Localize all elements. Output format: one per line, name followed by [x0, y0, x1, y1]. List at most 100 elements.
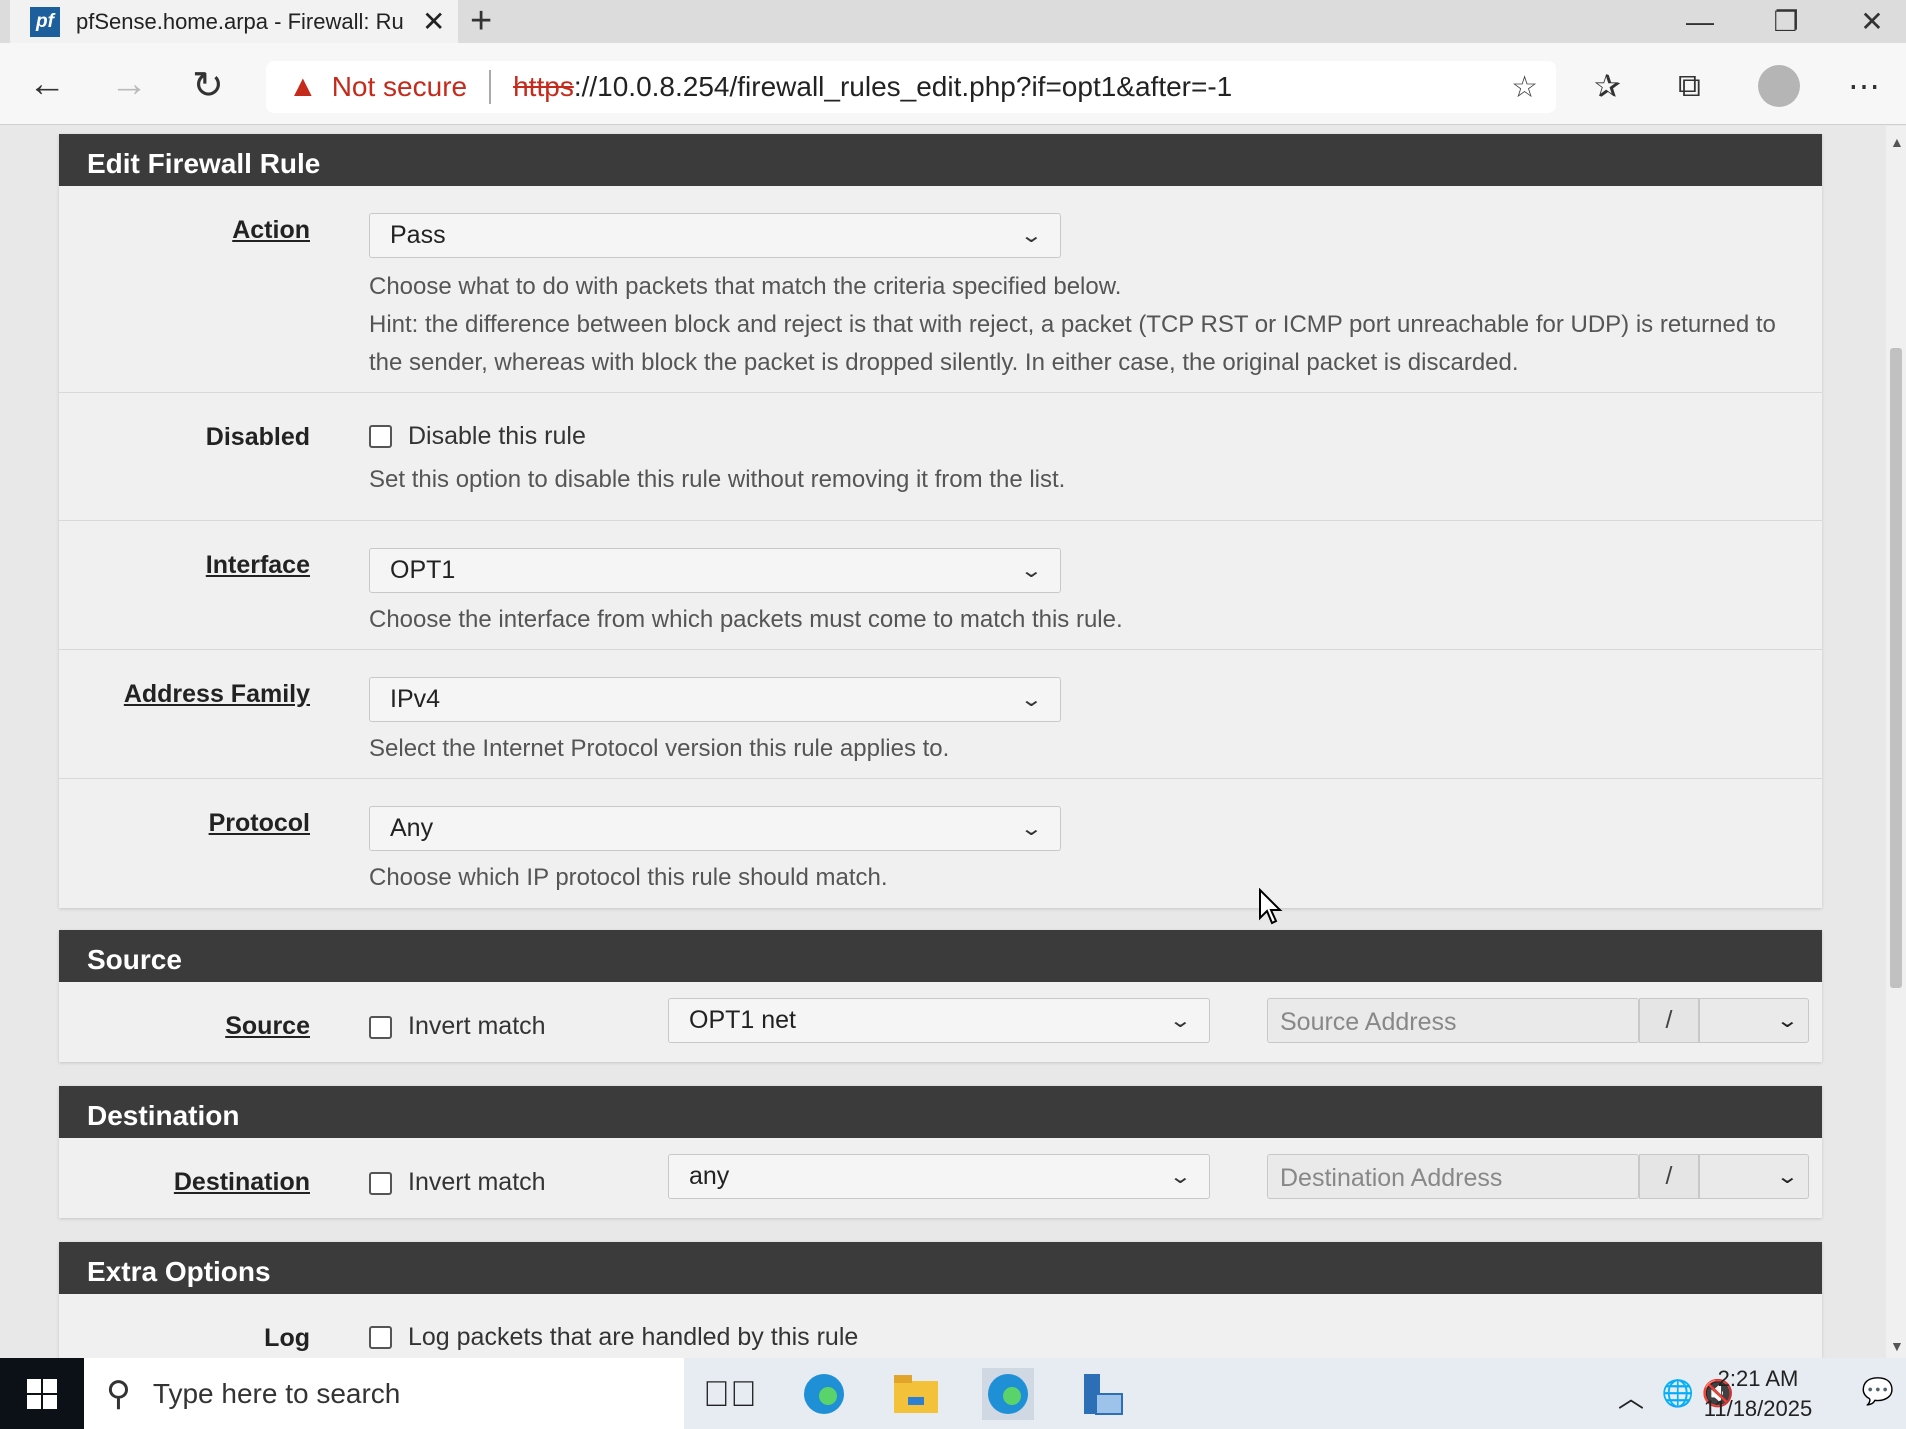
address-family-label[interactable]: Address Family [124, 680, 310, 709]
browser-tab[interactable]: pf pfSense.home.arpa - Firewall: Ru ✕ [10, 0, 458, 43]
destination-type-select[interactable]: any ⌄ [668, 1154, 1210, 1199]
edit-rule-panel: Edit Firewall Rule Action Pass ⌄ Choose … [59, 134, 1822, 908]
action-hint: Hint: the difference between block and r… [369, 311, 1776, 376]
url-text: ://10.0.8.254/firewall_rules_edit.php?if… [573, 71, 1233, 102]
edge-browser-icon[interactable] [798, 1368, 850, 1420]
windows-logo-icon [27, 1378, 57, 1409]
scroll-thumb[interactable] [1890, 348, 1902, 988]
destination-heading: Destination [59, 1086, 1822, 1138]
network-globe-icon[interactable]: 🌐 [1662, 1378, 1694, 1409]
interface-row: Interface OPT1 ⌄ Choose the interface fr… [59, 520, 1822, 649]
forward-arrow-icon[interactable]: → [110, 63, 148, 106]
chevron-down-icon: ⌄ [1019, 689, 1044, 711]
minimize-button[interactable]: — [1670, 0, 1730, 43]
destination-type-value: any [689, 1162, 730, 1190]
source-label[interactable]: Source [225, 1012, 310, 1041]
log-checkbox[interactable] [369, 1326, 392, 1349]
source-invert-checkbox[interactable] [369, 1016, 392, 1039]
disabled-help: Set this option to disable this rule wit… [369, 466, 1066, 493]
disable-rule-checkbox[interactable] [369, 425, 392, 448]
protocol-label[interactable]: Protocol [209, 809, 310, 838]
more-menu-icon[interactable]: ⋯ [1848, 67, 1880, 105]
protocol-select[interactable]: Any ⌄ [369, 806, 1061, 851]
edge-browser-active-icon[interactable] [982, 1368, 1034, 1420]
back-arrow-icon[interactable]: ← [28, 63, 66, 106]
page-scrollbar[interactable]: ▲ ▼ [1886, 126, 1906, 1358]
chevron-up-icon[interactable]: ︿ [1618, 1378, 1644, 1415]
taskbar-clock[interactable]: 2:21 AM 11/18/2025 [1698, 1364, 1818, 1424]
task-view-icon[interactable]: ▯⃞ [703, 1368, 757, 1420]
address-divider [489, 70, 492, 104]
scroll-down-icon[interactable]: ▼ [1890, 1338, 1904, 1354]
address-bar[interactable]: ▲ Not secure https://10.0.8.254/firewall… [266, 61, 1556, 113]
notification-icon[interactable]: 💬 [1862, 1376, 1894, 1407]
source-type-select[interactable]: OPT1 net ⌄ [668, 998, 1210, 1043]
collections-icon[interactable]: ⧉ [1678, 67, 1701, 105]
favorites-icon[interactable]: ✰ [1594, 67, 1621, 105]
chevron-down-icon: ⌄ [1019, 225, 1044, 247]
action-select[interactable]: Pass ⌄ [369, 213, 1061, 258]
source-invert-label[interactable]: Invert match [408, 1012, 546, 1041]
interface-label[interactable]: Interface [206, 551, 310, 580]
chevron-down-icon: ⌄ [1168, 1010, 1193, 1032]
browser-tab-bar: pf pfSense.home.arpa - Firewall: Ru ✕ + … [0, 0, 1906, 43]
favorite-star-icon[interactable]: ☆ [1511, 70, 1538, 105]
scroll-up-icon[interactable]: ▲ [1890, 134, 1904, 150]
log-label: Log [264, 1324, 310, 1352]
destination-address-input[interactable]: Destination Address [1267, 1154, 1639, 1199]
page-content: Edit Firewall Rule Action Pass ⌄ Choose … [0, 126, 1886, 1358]
destination-panel: Destination Destination Invert match any… [59, 1086, 1822, 1218]
not-secure-label[interactable]: Not secure [332, 71, 467, 103]
clock-date: 11/18/2025 [1703, 1396, 1813, 1421]
action-help: Choose what to do with packets that matc… [369, 273, 1122, 300]
source-address-input[interactable]: Source Address [1267, 998, 1639, 1043]
source-mask-select[interactable]: ⌄ [1699, 998, 1809, 1043]
extra-options-panel: Extra Options Log Log packets that are h… [59, 1242, 1822, 1358]
pfsense-favicon-icon: pf [30, 6, 60, 37]
disable-rule-checkbox-label[interactable]: Disable this rule [408, 422, 586, 451]
source-row: Source Invert match OPT1 net ⌄ Source Ad… [59, 982, 1822, 1062]
action-value: Pass [390, 221, 446, 249]
action-label[interactable]: Action [232, 216, 310, 245]
chevron-down-icon: ⌄ [1019, 818, 1044, 840]
edit-rule-heading: Edit Firewall Rule [59, 134, 1822, 186]
chevron-down-icon: ⌄ [1019, 560, 1044, 582]
action-row: Action Pass ⌄ Choose what to do with pac… [59, 186, 1822, 392]
destination-invert-label[interactable]: Invert match [408, 1168, 546, 1197]
destination-row: Destination Invert match any ⌄ Destinati… [59, 1138, 1822, 1218]
address-family-select[interactable]: IPv4 ⌄ [369, 677, 1061, 722]
source-type-value: OPT1 net [689, 1006, 796, 1034]
tab-title: pfSense.home.arpa - Firewall: Ru [76, 8, 404, 34]
interface-select[interactable]: OPT1 ⌄ [369, 548, 1061, 593]
clock-time: 2:21 AM [1717, 1366, 1799, 1391]
file-explorer-icon[interactable] [890, 1368, 942, 1420]
taskbar-search-placeholder: Type here to search [152, 1377, 401, 1409]
source-slash: / [1639, 998, 1699, 1043]
log-row: Log Log packets that are handled by this… [59, 1294, 1822, 1358]
log-checkbox-label[interactable]: Log packets that are handled by this rul… [408, 1323, 858, 1352]
start-button[interactable] [0, 1358, 84, 1429]
url-scheme: https [513, 71, 574, 102]
source-heading: Source [59, 930, 1822, 982]
destination-label[interactable]: Destination [174, 1168, 310, 1197]
restore-button[interactable]: ❐ [1756, 0, 1816, 43]
close-window-button[interactable]: ✕ [1842, 0, 1902, 43]
search-icon: ⚲ [106, 1374, 131, 1413]
destination-mask-select[interactable]: ⌄ [1699, 1154, 1809, 1199]
protocol-row: Protocol Any ⌄ Choose which IP protocol … [59, 778, 1822, 906]
refresh-icon[interactable]: ↻ [192, 63, 224, 108]
address-family-row: Address Family IPv4 ⌄ Select the Interne… [59, 649, 1822, 778]
interface-value: OPT1 [390, 556, 456, 584]
chevron-down-icon: ⌄ [1775, 1166, 1800, 1188]
warning-icon: ▲ [288, 70, 318, 103]
destination-invert-checkbox[interactable] [369, 1172, 392, 1195]
profile-avatar-icon[interactable] [1758, 65, 1800, 107]
close-tab-icon[interactable]: ✕ [422, 5, 445, 38]
windows-taskbar: ⚲ Type here to search ▯⃞ ︿ 🌐 🔇 💬 2:21 AM… [0, 1358, 1906, 1429]
interface-help: Choose the interface from which packets … [369, 606, 1123, 633]
mouse-cursor-icon [1259, 888, 1283, 925]
protocol-value: Any [390, 814, 434, 842]
new-tab-button[interactable]: + [470, 0, 492, 43]
server-manager-icon[interactable] [1076, 1368, 1128, 1420]
taskbar-search[interactable]: ⚲ Type here to search [84, 1358, 684, 1429]
